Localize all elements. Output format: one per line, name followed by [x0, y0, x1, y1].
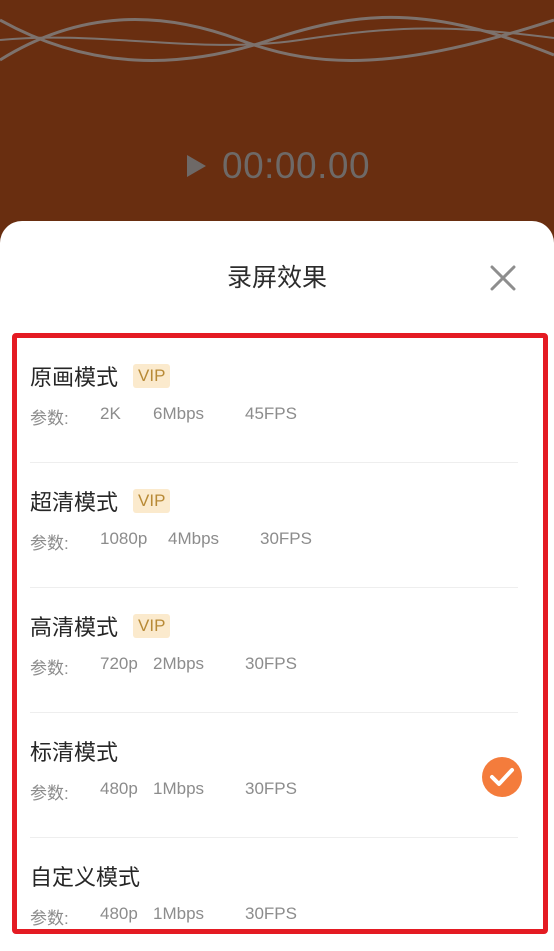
quality-option[interactable]: 自定义模式参数: 480p 1Mbps 30FPS — [30, 838, 518, 929]
option-name: 高清模式 — [30, 616, 119, 641]
param-bitrate: 6Mbps — [153, 404, 205, 423]
recording-quality-sheet: 录屏效果 原画模式 VIP 参数: 2K 6Mbps 45FPS 超清模式 VIP 参数: 108… — [0, 221, 554, 951]
audio-player: 00:00.00 — [0, 0, 554, 230]
vip-badge: VIP — [133, 364, 171, 388]
param-fps: 30FPS — [260, 529, 312, 548]
option-name-row: 高清模式 VIP — [30, 610, 171, 642]
param-fps: 45FPS — [245, 404, 297, 423]
param-bitrate: 2Mbps — [153, 654, 205, 673]
params-label: 参数: — [30, 659, 69, 678]
param-bitrate: 1Mbps — [153, 904, 205, 923]
param-fps: 30FPS — [245, 779, 297, 798]
close-icon[interactable] — [486, 261, 520, 295]
option-name-row: 超清模式 VIP — [30, 485, 171, 517]
option-name-row: 原画模式 VIP — [30, 360, 171, 392]
param-resolution: 720p — [100, 654, 138, 673]
sheet-title: 录屏效果 — [226, 263, 327, 292]
option-name-row: 标清模式 — [30, 735, 118, 767]
vip-badge: VIP — [133, 614, 171, 638]
vip-badge: VIP — [133, 489, 171, 513]
params-label: 参数: — [30, 909, 69, 928]
params-label: 参数: — [30, 534, 69, 553]
option-name-row: 自定义模式 — [30, 860, 140, 892]
param-resolution: 1080p — [100, 529, 148, 548]
option-name: 原画模式 — [30, 366, 119, 391]
param-resolution: 2K — [100, 404, 121, 423]
selected-check-icon — [482, 757, 522, 797]
quality-option[interactable]: 超清模式 VIP 参数: 1080p 4Mbps 30FPS — [30, 463, 518, 588]
param-resolution: 480p — [100, 904, 138, 923]
option-name: 超清模式 — [30, 491, 119, 516]
quality-option[interactable]: 高清模式 VIP 参数: 720p 2Mbps 30FPS — [30, 588, 518, 713]
play-icon[interactable] — [184, 154, 208, 178]
quality-option[interactable]: 标清模式参数: 480p 1Mbps 30FPS — [30, 713, 522, 838]
option-name: 标清模式 — [30, 741, 119, 766]
param-resolution: 480p — [100, 779, 138, 798]
quality-option-list: 原画模式 VIP 参数: 2K 6Mbps 45FPS 超清模式 VIP 参数: 1080p 4Mb… — [12, 333, 548, 934]
param-fps: 30FPS — [245, 904, 297, 923]
option-name: 自定义模式 — [30, 866, 141, 891]
waveform — [0, 15, 554, 62]
playback-time: 00:00.00 — [222, 145, 371, 186]
playback-row: 00:00.00 — [184, 143, 370, 189]
params-label: 参数: — [30, 784, 69, 803]
param-bitrate: 4Mbps — [168, 529, 220, 548]
param-fps: 30FPS — [245, 654, 297, 673]
param-bitrate: 1Mbps — [153, 779, 205, 798]
quality-option[interactable]: 原画模式 VIP 参数: 2K 6Mbps 45FPS — [30, 338, 518, 463]
params-label: 参数: — [30, 409, 69, 428]
